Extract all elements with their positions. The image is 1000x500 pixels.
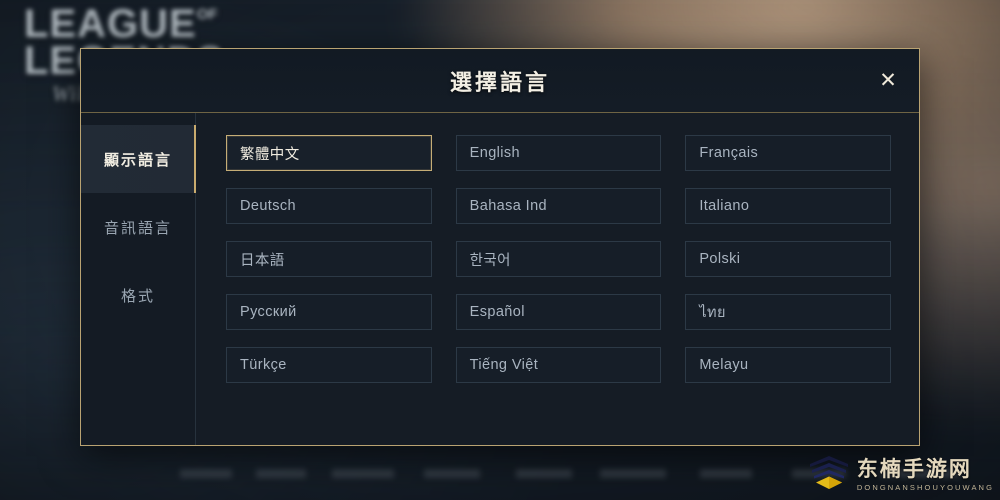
language-option-turkce[interactable]: Türkçe: [226, 347, 432, 383]
language-option-label: Tiếng Việt: [469, 357, 539, 373]
language-option-label: Bahasa Ind: [469, 198, 548, 214]
language-option-espanol[interactable]: Español: [455, 294, 662, 330]
language-option-label: English: [469, 145, 521, 161]
dialog-sidebar: 顯示語言 音訊語言 格式: [81, 113, 196, 445]
watermark-text: 东楠手游网 DONGNANSHOUYOUWANG: [857, 459, 994, 492]
game-logo-of: OF: [196, 6, 218, 23]
language-selection-dialog: 選擇語言 ✕ 顯示語言 音訊語言 格式 繁體中文 English Françai…: [80, 48, 920, 446]
dialog-title: 選擇語言: [449, 69, 550, 95]
language-option-label: Deutsch: [240, 198, 296, 214]
language-option-traditional-chinese[interactable]: 繁體中文: [226, 135, 432, 171]
dialog-header: 選擇語言 ✕: [81, 49, 919, 113]
language-option-label: Italiano: [699, 198, 750, 214]
language-option-francais[interactable]: Français: [685, 135, 891, 171]
sidebar-item-label: 顯示語言: [103, 151, 172, 169]
sidebar-item-format[interactable]: 格式: [81, 261, 195, 329]
sidebar-item-display-language[interactable]: 顯示語言: [81, 125, 196, 193]
language-options-grid: 繁體中文 English Français Deutsch Bahasa Ind…: [196, 113, 919, 445]
language-option-italiano[interactable]: Italiano: [685, 188, 891, 224]
language-option-russian[interactable]: Русский: [226, 294, 432, 330]
sidebar-item-label: 格式: [120, 287, 155, 305]
sidebar-item-audio-language[interactable]: 音訊語言: [81, 193, 195, 261]
dialog-body: 顯示語言 音訊語言 格式 繁體中文 English Français Deuts…: [81, 113, 919, 445]
language-option-english[interactable]: English: [455, 135, 662, 171]
language-option-label: 한국어: [469, 252, 511, 269]
language-option-bahasa-ind[interactable]: Bahasa Ind: [455, 188, 662, 224]
language-option-label: 繁體中文: [240, 146, 300, 163]
language-option-polski[interactable]: Polski: [685, 241, 891, 277]
language-option-label: Français: [699, 145, 759, 161]
language-option-thai[interactable]: ไทย: [685, 294, 891, 330]
language-option-melayu[interactable]: Melayu: [685, 347, 891, 383]
watermark-en-label: DONGNANSHOUYOUWANG: [856, 482, 994, 492]
language-option-label: Polski: [699, 251, 741, 267]
sidebar-item-label: 音訊語言: [103, 219, 172, 237]
watermark-cn-label: 东楠手游网: [856, 457, 972, 481]
site-watermark: 东楠手游网 DONGNANSHOUYOUWANG: [807, 452, 994, 498]
language-option-japanese[interactable]: 日本語: [226, 241, 432, 277]
language-option-label: Русский: [240, 304, 297, 320]
language-option-label: ไทย: [699, 304, 726, 321]
language-option-label: Español: [469, 304, 525, 320]
language-option-label: 日本語: [240, 252, 285, 269]
language-option-tieng-viet[interactable]: Tiếng Việt: [455, 347, 662, 383]
language-option-deutsch[interactable]: Deutsch: [226, 188, 432, 224]
language-option-label: Türkçe: [240, 357, 287, 373]
close-icon[interactable]: ✕: [871, 64, 905, 98]
language-option-korean[interactable]: 한국어: [455, 241, 662, 277]
screen: LEAGUEOF LEGENDS Wild Rift 選擇語言 ✕ 顯示語言 音…: [0, 0, 1000, 500]
language-option-label: Melayu: [699, 357, 749, 373]
watermark-logo-icon: [807, 455, 851, 495]
